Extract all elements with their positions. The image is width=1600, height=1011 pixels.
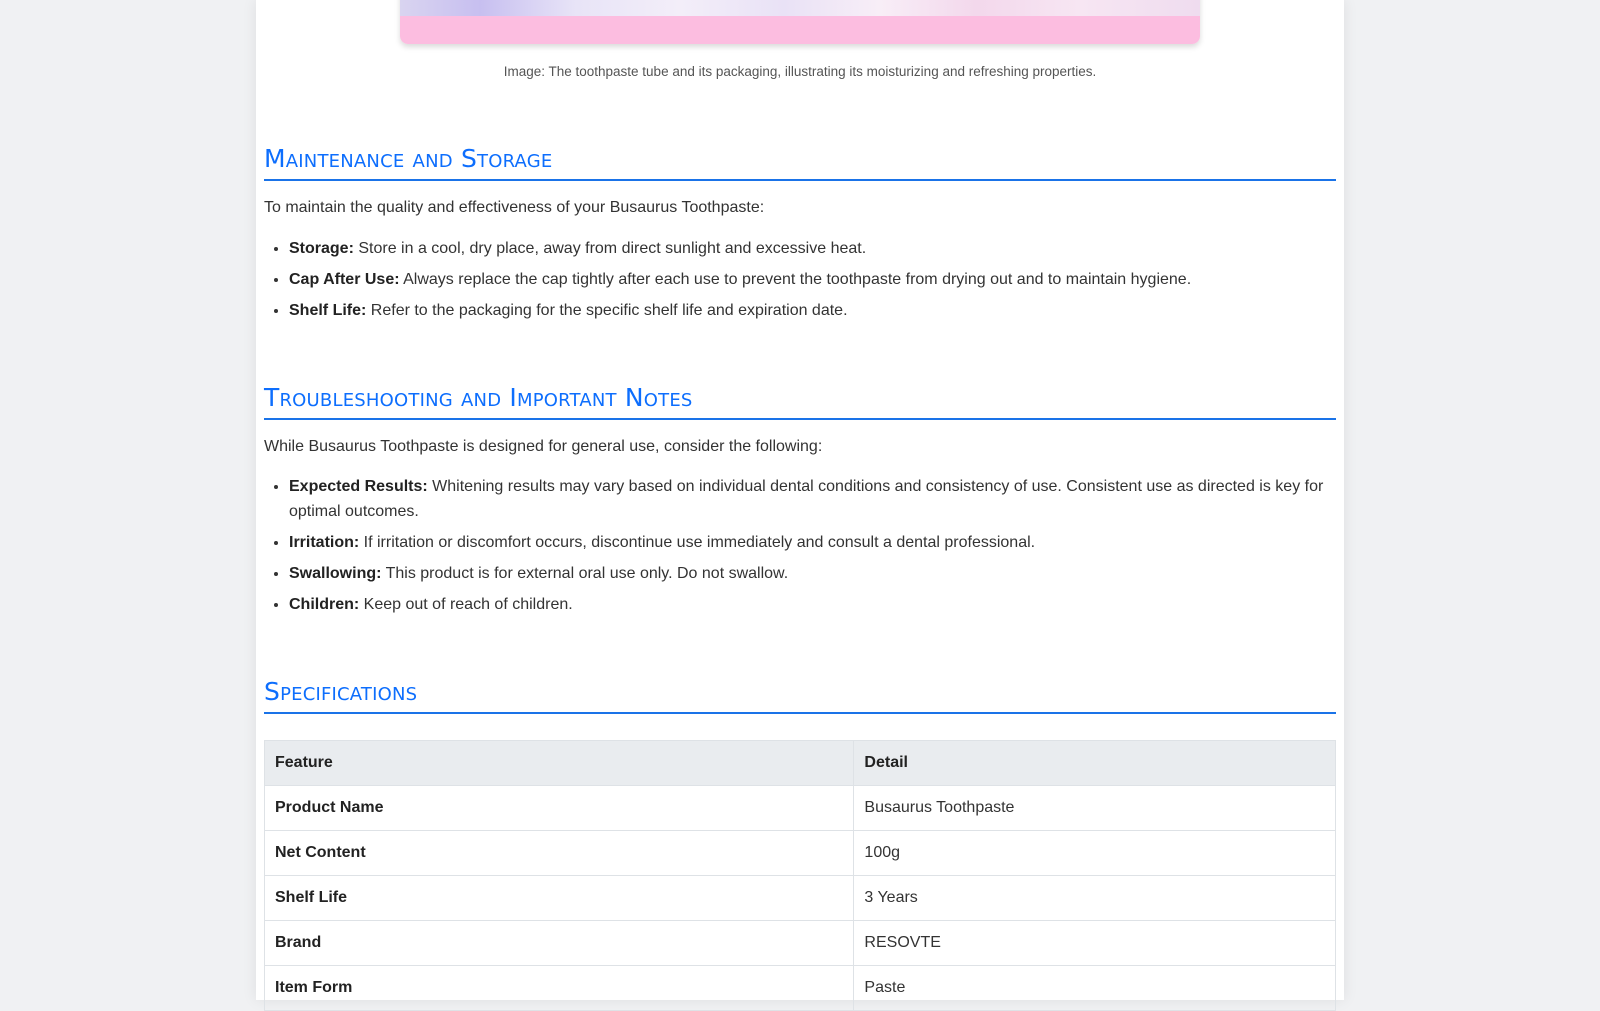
- item-text: Refer to the packaging for the specific …: [366, 302, 848, 319]
- detail-cell: Paste: [853, 965, 1336, 1011]
- feature-cell: Net Content: [263, 830, 855, 876]
- item-label: Storage:: [289, 240, 354, 257]
- feature-cell: Product Name: [263, 785, 855, 831]
- item-label: Swallowing:: [289, 565, 382, 582]
- feature-cell: Item Form: [263, 965, 855, 1011]
- item-text: Whitening results may vary based on indi…: [289, 478, 1324, 520]
- item-label: Shelf Life:: [289, 302, 367, 319]
- specifications-table: Feature Detail Product Name Busaurus Too…: [263, 740, 1336, 1011]
- troubleshooting-intro: While Busaurus Toothpaste is designed fo…: [264, 438, 823, 455]
- item-label: Expected Results:: [289, 478, 428, 495]
- item-label: Cap After Use:: [289, 271, 400, 288]
- item-text: Store in a cool, dry place, away from di…: [353, 240, 867, 257]
- maintenance-intro: To maintain the quality and effectivenes…: [264, 199, 765, 216]
- section-title-specifications: Specifications: [264, 676, 1336, 714]
- item-text: Keep out of reach of children.: [359, 596, 573, 613]
- table-row: Net Content 100g: [263, 830, 1336, 876]
- table-row: Brand RESOVTE: [263, 920, 1336, 966]
- maintenance-list: Storage: Store in a cool, dry place, awa…: [264, 236, 1349, 329]
- detail-cell: 100g: [853, 830, 1336, 876]
- list-item: Irritation: If irritation or discomfort …: [289, 530, 1349, 555]
- list-item: Storage: Store in a cool, dry place, awa…: [289, 236, 1349, 261]
- column-header-detail: Detail: [853, 740, 1336, 786]
- list-item: Shelf Life: Refer to the packaging for t…: [289, 298, 1349, 323]
- manual-page: Image: The toothpaste tube and its packa…: [256, 0, 1344, 1011]
- table-row: Item Form Paste: [263, 965, 1336, 1011]
- detail-cell: 3 Years: [853, 875, 1336, 921]
- list-item: Cap After Use: Always replace the cap ti…: [289, 267, 1349, 292]
- item-label: Irritation:: [289, 534, 360, 551]
- section-title-troubleshooting: Troubleshooting and Important Notes: [264, 382, 1336, 420]
- feature-cell: Brand: [263, 920, 855, 966]
- product-image-band: [400, 16, 1200, 44]
- item-text: If irritation or discomfort occurs, disc…: [359, 534, 1036, 551]
- item-text: This product is for external oral use on…: [381, 565, 789, 582]
- feature-cell: Shelf Life: [263, 875, 855, 921]
- table-row: Product Name Busaurus Toothpaste: [263, 785, 1336, 831]
- item-text: Always replace the cap tightly after eac…: [399, 271, 1192, 288]
- image-caption: Image: The toothpaste tube and its packa…: [503, 64, 1097, 79]
- section-title-maintenance: Maintenance and Storage: [264, 143, 1336, 181]
- detail-cell: RESOVTE: [853, 920, 1336, 966]
- product-image: [400, 0, 1200, 44]
- product-photo: [400, 0, 1200, 16]
- column-header-feature: Feature: [263, 740, 855, 786]
- table-row: Shelf Life 3 Years: [263, 875, 1336, 921]
- item-label: Children:: [289, 596, 360, 613]
- list-item: Children: Keep out of reach of children.: [289, 592, 1349, 617]
- list-item: Expected Results: Whitening results may …: [289, 474, 1349, 524]
- troubleshooting-list: Expected Results: Whitening results may …: [264, 474, 1349, 623]
- table-header-row: Feature Detail: [263, 740, 1336, 786]
- detail-cell: Busaurus Toothpaste: [853, 785, 1336, 831]
- list-item: Swallowing: This product is for external…: [289, 561, 1349, 586]
